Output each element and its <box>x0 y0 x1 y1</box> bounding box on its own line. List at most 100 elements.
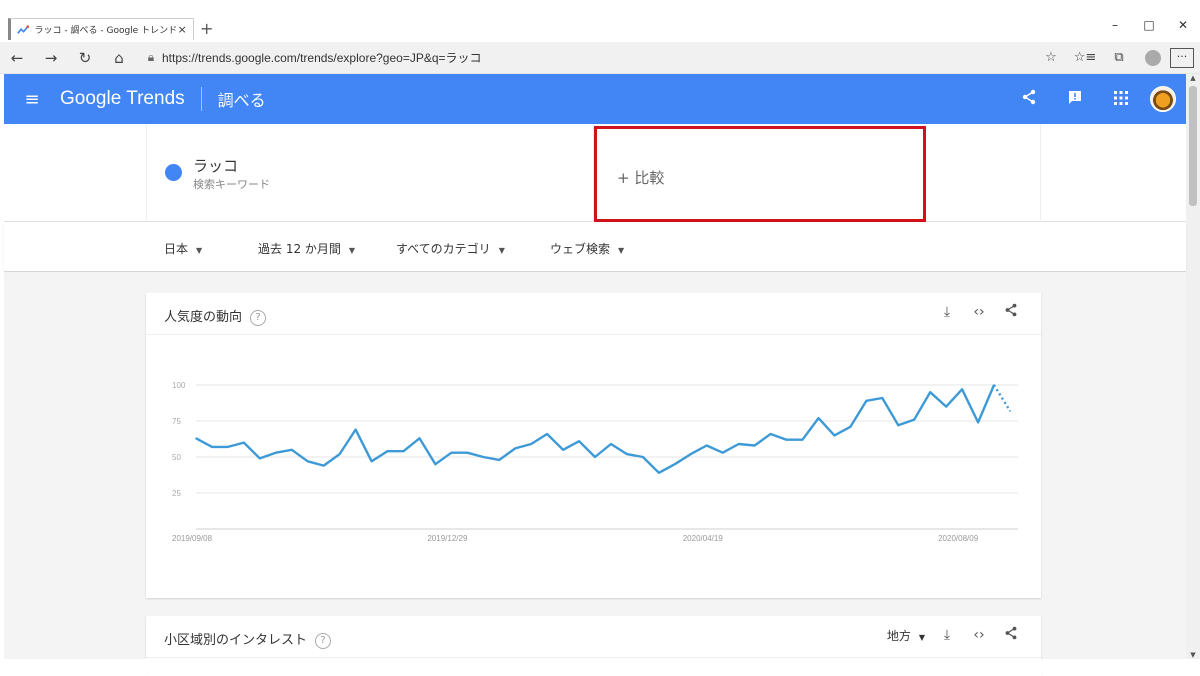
page-bottom-edge <box>0 659 1200 675</box>
data-point <box>977 421 979 424</box>
embed-icon[interactable]: ‹› <box>963 304 995 320</box>
data-point <box>993 384 995 386</box>
region-resolution-select[interactable]: 地方 ▼ <box>887 627 925 644</box>
tab-title: ラッコ - 調べる - Google トレンド <box>34 26 178 36</box>
menu-icon[interactable]: ≡ <box>4 89 60 110</box>
data-point <box>322 464 325 467</box>
data-point <box>594 456 596 458</box>
download-icon[interactable]: ⤓ <box>931 304 963 320</box>
chevron-down-icon: ▼ <box>196 246 203 255</box>
home-icon[interactable]: ⌂ <box>102 49 136 67</box>
help-icon[interactable]: ? <box>250 309 267 326</box>
header-divider <box>200 87 202 111</box>
data-point <box>1009 410 1011 412</box>
collections-icon[interactable]: ⧉ <box>1102 50 1136 65</box>
data-point <box>275 451 277 454</box>
favorite-star-icon[interactable]: ☆ <box>1034 50 1068 65</box>
data-point <box>354 428 357 431</box>
period-filter-label: 過去 12 か月間 <box>258 242 341 256</box>
share-icon[interactable] <box>1006 89 1052 109</box>
data-point <box>913 418 915 421</box>
lock-icon[interactable]: 🔒︎ <box>140 50 162 65</box>
data-point <box>705 444 708 447</box>
terms-divider <box>1040 124 1041 222</box>
more-menu-icon[interactable]: ··· <box>1170 47 1194 68</box>
x-tick-label: 2019/09/08 <box>172 534 213 543</box>
close-window-button[interactable]: ✕ <box>1166 18 1200 32</box>
x-tick-label: 2019/12/29 <box>427 534 468 543</box>
favorites-list-icon[interactable]: ☆≡ <box>1068 50 1102 65</box>
data-point <box>211 446 213 448</box>
card-title: 小区域別のインタレスト? <box>164 629 332 649</box>
feedback-icon[interactable] <box>1052 89 1098 109</box>
region-filter-label: 日本 <box>164 242 189 256</box>
data-point <box>961 388 963 391</box>
category-filter[interactable]: すべてのカテゴリ ▼ <box>396 240 505 257</box>
compare-highlight-box: + 比較 <box>594 126 926 222</box>
chevron-down-icon: ▼ <box>618 246 625 255</box>
data-point <box>945 405 947 408</box>
scroll-thumb[interactable] <box>1189 86 1197 206</box>
download-icon[interactable]: ⤓ <box>931 627 963 643</box>
window-controls: – □ ✕ <box>1098 18 1200 32</box>
google-trends-logo[interactable]: Google Trends <box>60 88 185 110</box>
browser-tab[interactable]: ラッコ - 調べる - Google トレンド × <box>8 18 194 40</box>
y-tick-label: 75 <box>172 417 181 426</box>
filter-bar: 日本 ▼ 過去 12 か月間 ▼ すべてのカテゴリ ▼ ウェブ検索 ▼ <box>4 222 1186 272</box>
series-line <box>195 384 996 474</box>
scroll-down-icon[interactable]: ▼ <box>1186 651 1200 659</box>
search-term-card[interactable]: ラッコ 検索キーワード <box>146 124 594 222</box>
term-color-dot <box>165 164 182 181</box>
term-type: 検索キーワード <box>193 178 270 191</box>
data-point <box>642 456 644 458</box>
data-point <box>785 438 788 441</box>
data-point <box>929 391 931 393</box>
embed-icon[interactable]: ‹› <box>963 627 995 643</box>
share-icon[interactable] <box>995 626 1027 644</box>
minimize-button[interactable]: – <box>1098 18 1132 32</box>
data-point <box>466 451 469 454</box>
scroll-up-icon[interactable]: ▲ <box>1186 74 1200 82</box>
data-point <box>801 438 804 441</box>
data-point <box>674 463 676 465</box>
help-icon[interactable]: ? <box>315 632 332 649</box>
profile-icon[interactable] <box>1145 49 1161 66</box>
trend-line-chart[interactable]: 25 50 75 100 2019/09/08 2019/12/29 2020/04/19 2… <box>146 335 1041 598</box>
data-point <box>610 443 612 445</box>
url-field[interactable]: https://trends.google.com/trends/explore… <box>162 49 1034 66</box>
x-tick-label: 2020/04/19 <box>683 534 724 543</box>
period-filter[interactable]: 過去 12 か月間 ▼ <box>258 240 355 257</box>
data-point <box>291 449 293 451</box>
maximize-button[interactable]: □ <box>1132 18 1166 32</box>
interest-over-time-card: 人気度の動向? ⤓ ‹› 25 50 75 100 2019/09/08 2019/12/… <box>146 293 1041 598</box>
refresh-icon[interactable]: ↻ <box>68 49 102 67</box>
address-bar: ← → ↻ ⌂ 🔒︎ https://trends.google.com/tre… <box>0 42 1200 74</box>
page-title: 調べる <box>217 91 266 110</box>
browser-tab-bar: ラッコ - 調べる - Google トレンド × + – □ ✕ <box>0 0 1200 40</box>
new-tab-button[interactable]: + <box>200 19 213 38</box>
share-icon[interactable] <box>995 303 1027 321</box>
chevron-down-icon: ▼ <box>498 246 505 255</box>
region-filter[interactable]: 日本 ▼ <box>164 240 202 257</box>
apps-grid-icon[interactable] <box>1098 90 1144 109</box>
avatar[interactable] <box>1150 86 1176 112</box>
chevron-down-icon: ▼ <box>348 246 356 255</box>
tab-close-icon[interactable]: × <box>177 23 187 36</box>
back-icon[interactable]: ← <box>0 49 34 67</box>
data-point <box>370 460 373 463</box>
data-point <box>402 450 405 452</box>
y-tick-label: 25 <box>172 489 181 498</box>
scrollbar[interactable]: ▲ ▼ <box>1186 74 1200 659</box>
search-type-filter[interactable]: ウェブ検索 ▼ <box>550 240 624 257</box>
data-point <box>849 426 852 428</box>
forward-icon[interactable]: → <box>34 49 68 67</box>
category-filter-label: すべてのカテゴリ <box>396 242 491 256</box>
data-point <box>578 440 580 442</box>
data-point <box>769 433 772 435</box>
card-header: 小区域別のインタレスト? 地方 ▼ ⤓ ‹› <box>146 616 1041 658</box>
term-name[interactable]: ラッコ <box>193 155 238 176</box>
data-point <box>626 453 628 455</box>
data-point <box>450 451 453 454</box>
data-point <box>195 437 197 440</box>
compare-button[interactable]: + 比較 <box>617 167 664 188</box>
